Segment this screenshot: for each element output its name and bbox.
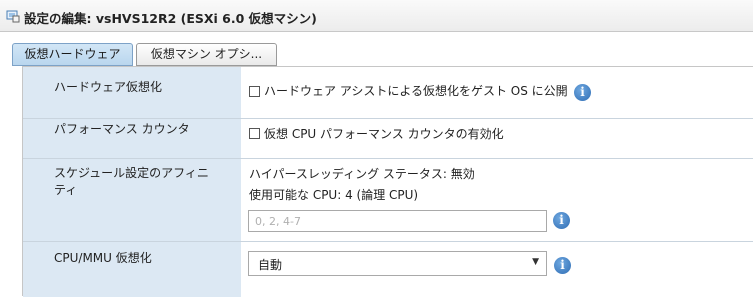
info-icon[interactable]: i <box>574 84 591 101</box>
hw-virtualization-checkbox[interactable] <box>249 86 260 97</box>
info-icon[interactable]: i <box>554 257 571 274</box>
hw-virtualization-label: ハードウェア仮想化 <box>54 80 163 94</box>
dialog-title: 設定の編集: vsHVS12R2 (ESXi 6.0 仮想マシン) <box>24 11 317 26</box>
dropdown-arrow-icon: ▼ <box>532 257 539 267</box>
perf-counter-checkbox-label: 仮想 CPU パフォーマンス カウンタの有効化 <box>264 127 504 141</box>
dialog-title-bar: 設定の編集: vsHVS12R2 (ESXi 6.0 仮想マシン) <box>0 0 753 32</box>
affinity-label: スケジュール設定のアフィニティ <box>54 166 209 197</box>
tab-vm-options[interactable]: 仮想マシン オプシ... <box>136 43 277 66</box>
cpu-mmu-select[interactable]: 自動 ▼ <box>248 251 547 276</box>
hw-virtualization-checkbox-label: ハードウェア アシストによる仮想化をゲスト OS に公開 <box>264 84 568 98</box>
info-icon[interactable]: i <box>553 212 570 229</box>
perf-counter-checkbox[interactable] <box>249 128 260 139</box>
row-divider <box>23 241 753 242</box>
tab-virtual-hardware[interactable]: 仮想ハードウェア <box>12 43 133 66</box>
affinity-input[interactable] <box>248 210 547 232</box>
vm-settings-icon <box>6 10 20 23</box>
row-divider <box>23 158 753 159</box>
cpu-mmu-label: CPU/MMU 仮想化 <box>54 251 152 265</box>
row-divider <box>23 118 753 119</box>
perf-counter-label: パフォーマンス カウンタ <box>54 122 190 136</box>
cpu-mmu-selected-value: 自動 <box>258 258 283 272</box>
available-cpu: 使用可能な CPU: 4 (論理 CPU) <box>249 188 419 202</box>
hyperthreading-status: ハイパースレッディング ステータス: 無効 <box>249 167 475 181</box>
